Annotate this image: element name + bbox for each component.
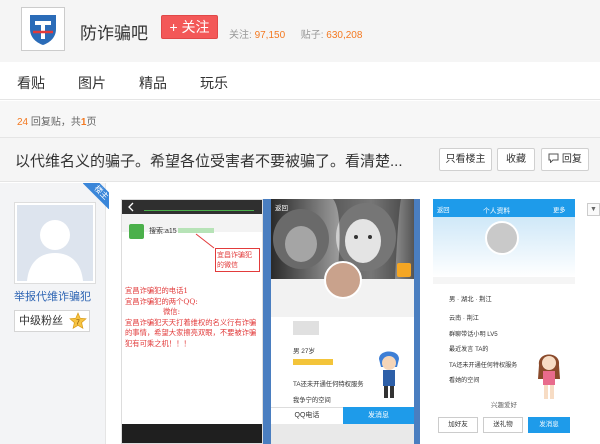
avatar[interactable] bbox=[14, 202, 96, 284]
post-image-2[interactable]: 返回 男 27岁 TA还未开通任何特权服务 我争宁的空间 QQ电话 发消息 bbox=[271, 199, 414, 444]
page-text: 页 bbox=[86, 117, 97, 128]
reply-button-label: 回复 bbox=[561, 154, 582, 165]
level-star-icon: 7 bbox=[69, 312, 87, 330]
post-menu-chevron-icon[interactable]: ▼ bbox=[587, 203, 600, 216]
warning-line-2: 宜昌诈骗犯的两个QQ: bbox=[125, 296, 198, 306]
send-gift-button: 送礼物 bbox=[483, 417, 523, 433]
send-message-button: 发消息 bbox=[528, 417, 570, 433]
forum-header: 防诈骗吧 + 关注 关注: 97,150 贴子: 630,208 bbox=[0, 0, 600, 62]
hobby-label: 兴趣爱好 bbox=[491, 402, 517, 409]
privilege-text: TA还未开通任何特权服务 bbox=[293, 381, 364, 388]
reply-info: 24 回复贴，共1页 bbox=[17, 113, 96, 128]
speech-bubble-icon bbox=[548, 153, 559, 164]
add-friend-button: 加好友 bbox=[438, 417, 478, 433]
back-arrow-icon bbox=[128, 202, 134, 212]
only-op-button[interactable]: 只看楼主 bbox=[439, 148, 492, 171]
profile-row: 云南 · 荆江 bbox=[449, 315, 479, 322]
op-tag: 楼主 bbox=[83, 183, 109, 209]
reply-text: 回复贴，共 bbox=[30, 117, 81, 128]
reply-bar: 24 回复贴，共1页 bbox=[0, 101, 600, 138]
nav-tab-images[interactable]: 图片 bbox=[78, 73, 106, 93]
forum-name[interactable]: 防诈骗吧 bbox=[80, 19, 148, 44]
qq-call-button: QQ电话 bbox=[271, 407, 343, 424]
nav-tab-posts[interactable]: 看贴 bbox=[17, 73, 45, 93]
level-badge[interactable]: 中级粉丝 7 bbox=[14, 310, 90, 332]
thread-title: 以代维名义的骗子。希望各位受害者不要被骗了。看清楚... bbox=[15, 153, 403, 170]
profile-row: 最近发言 TA的 bbox=[449, 346, 489, 353]
profile-row: 群聊带话小明 LV5 bbox=[449, 330, 498, 338]
space-text: 我争宁的空间 bbox=[293, 397, 331, 404]
cartoon-girl-icon bbox=[538, 354, 560, 399]
vip-icon bbox=[397, 263, 411, 277]
author-column: 举报代维诈骗犯 中级粉丝 7 bbox=[0, 183, 106, 444]
forum-logo[interactable] bbox=[21, 7, 65, 51]
post-image-1[interactable]: 搜索:a15 宜昌诈骗犯的微信 宜昌诈骗犯的电话1 宜昌诈骗犯的两个QQ: 微信… bbox=[121, 199, 263, 444]
followers-count: 97,150 bbox=[254, 30, 286, 41]
back-link: 返回 bbox=[437, 207, 450, 214]
nav-tab-featured[interactable]: 精品 bbox=[139, 73, 167, 93]
reply-button[interactable]: 回复 bbox=[541, 148, 589, 171]
followers-label: 关注: bbox=[229, 30, 252, 41]
contact-icon bbox=[129, 224, 144, 239]
level-title: 中级粉丝 bbox=[19, 315, 63, 327]
profile-avatar bbox=[485, 221, 519, 255]
posts-count: 630,208 bbox=[326, 30, 363, 41]
nav-tab-fun[interactable]: 玩乐 bbox=[200, 73, 228, 93]
posts-label: 贴子: bbox=[300, 30, 324, 41]
level-number: 7 bbox=[76, 320, 80, 327]
forum-nav: 看贴 图片 精品 玩乐 bbox=[0, 62, 600, 100]
follow-button[interactable]: + 关注 bbox=[161, 15, 218, 39]
warning-line-1: 宜昌诈骗犯的电话1 bbox=[125, 286, 189, 295]
post-image-3[interactable]: 返回 个人资料 更多 男 · 湖北 · 荆江 云南 · 荆江 群聊带话小明 LV… bbox=[433, 199, 575, 444]
reply-count: 24 bbox=[17, 117, 29, 128]
shield-icon bbox=[22, 8, 64, 50]
profile-title: 个人资料 bbox=[483, 208, 511, 215]
thread-title-bar: 以代维名义的骗子。希望各位受害者不要被骗了。看清楚... 只看楼主 收藏 回复 bbox=[0, 138, 600, 182]
author-name[interactable]: 举报代维诈骗犯 bbox=[14, 288, 91, 304]
post: 举报代维诈骗犯 中级粉丝 7 楼主 搜索:a15 宜昌诈骗犯的微信 宜昌诈骗犯的… bbox=[0, 183, 600, 444]
warning-line-4: 宜昌诈骗犯天天打着维权的名义行有诈骗的事情，希望大家擦亮双眼，不要被诈骗犯有可乘… bbox=[125, 317, 257, 348]
send-message-button: 发消息 bbox=[343, 407, 414, 424]
profile-avatar bbox=[324, 261, 362, 299]
default-avatar-icon bbox=[17, 205, 93, 281]
op-tag-label: 楼主 bbox=[83, 183, 109, 209]
profile-row: 看她的空间 bbox=[449, 377, 480, 384]
warning-line-3: 微信: bbox=[163, 307, 181, 316]
more-link: 更多 bbox=[553, 207, 566, 214]
profile-row: TA还未开通任何特权服务 bbox=[449, 361, 518, 369]
profile-rows: 云南 · 荆江 群聊带话小明 LV5 最近发言 TA的 TA还未开通任何特权服务… bbox=[449, 311, 517, 389]
warning-text: 宜昌诈骗犯的电话1 宜昌诈骗犯的两个QQ: 微信: 宜昌诈骗犯天天打着维权的名义… bbox=[125, 286, 260, 349]
back-link: 返回 bbox=[275, 205, 288, 212]
location-text: 男 · 湖北 · 荆江 bbox=[449, 296, 492, 303]
favorite-button[interactable]: 收藏 bbox=[497, 148, 535, 171]
age-text: 男 27岁 bbox=[293, 348, 316, 355]
search-prefix: 搜索: bbox=[149, 228, 165, 235]
search-value: a15 bbox=[164, 228, 177, 235]
annotation-box: 宜昌诈骗犯的微信 bbox=[215, 248, 260, 272]
cartoon-figure-icon bbox=[379, 351, 399, 398]
forum-stats: 关注: 97,150 贴子: 630,208 bbox=[229, 26, 362, 41]
